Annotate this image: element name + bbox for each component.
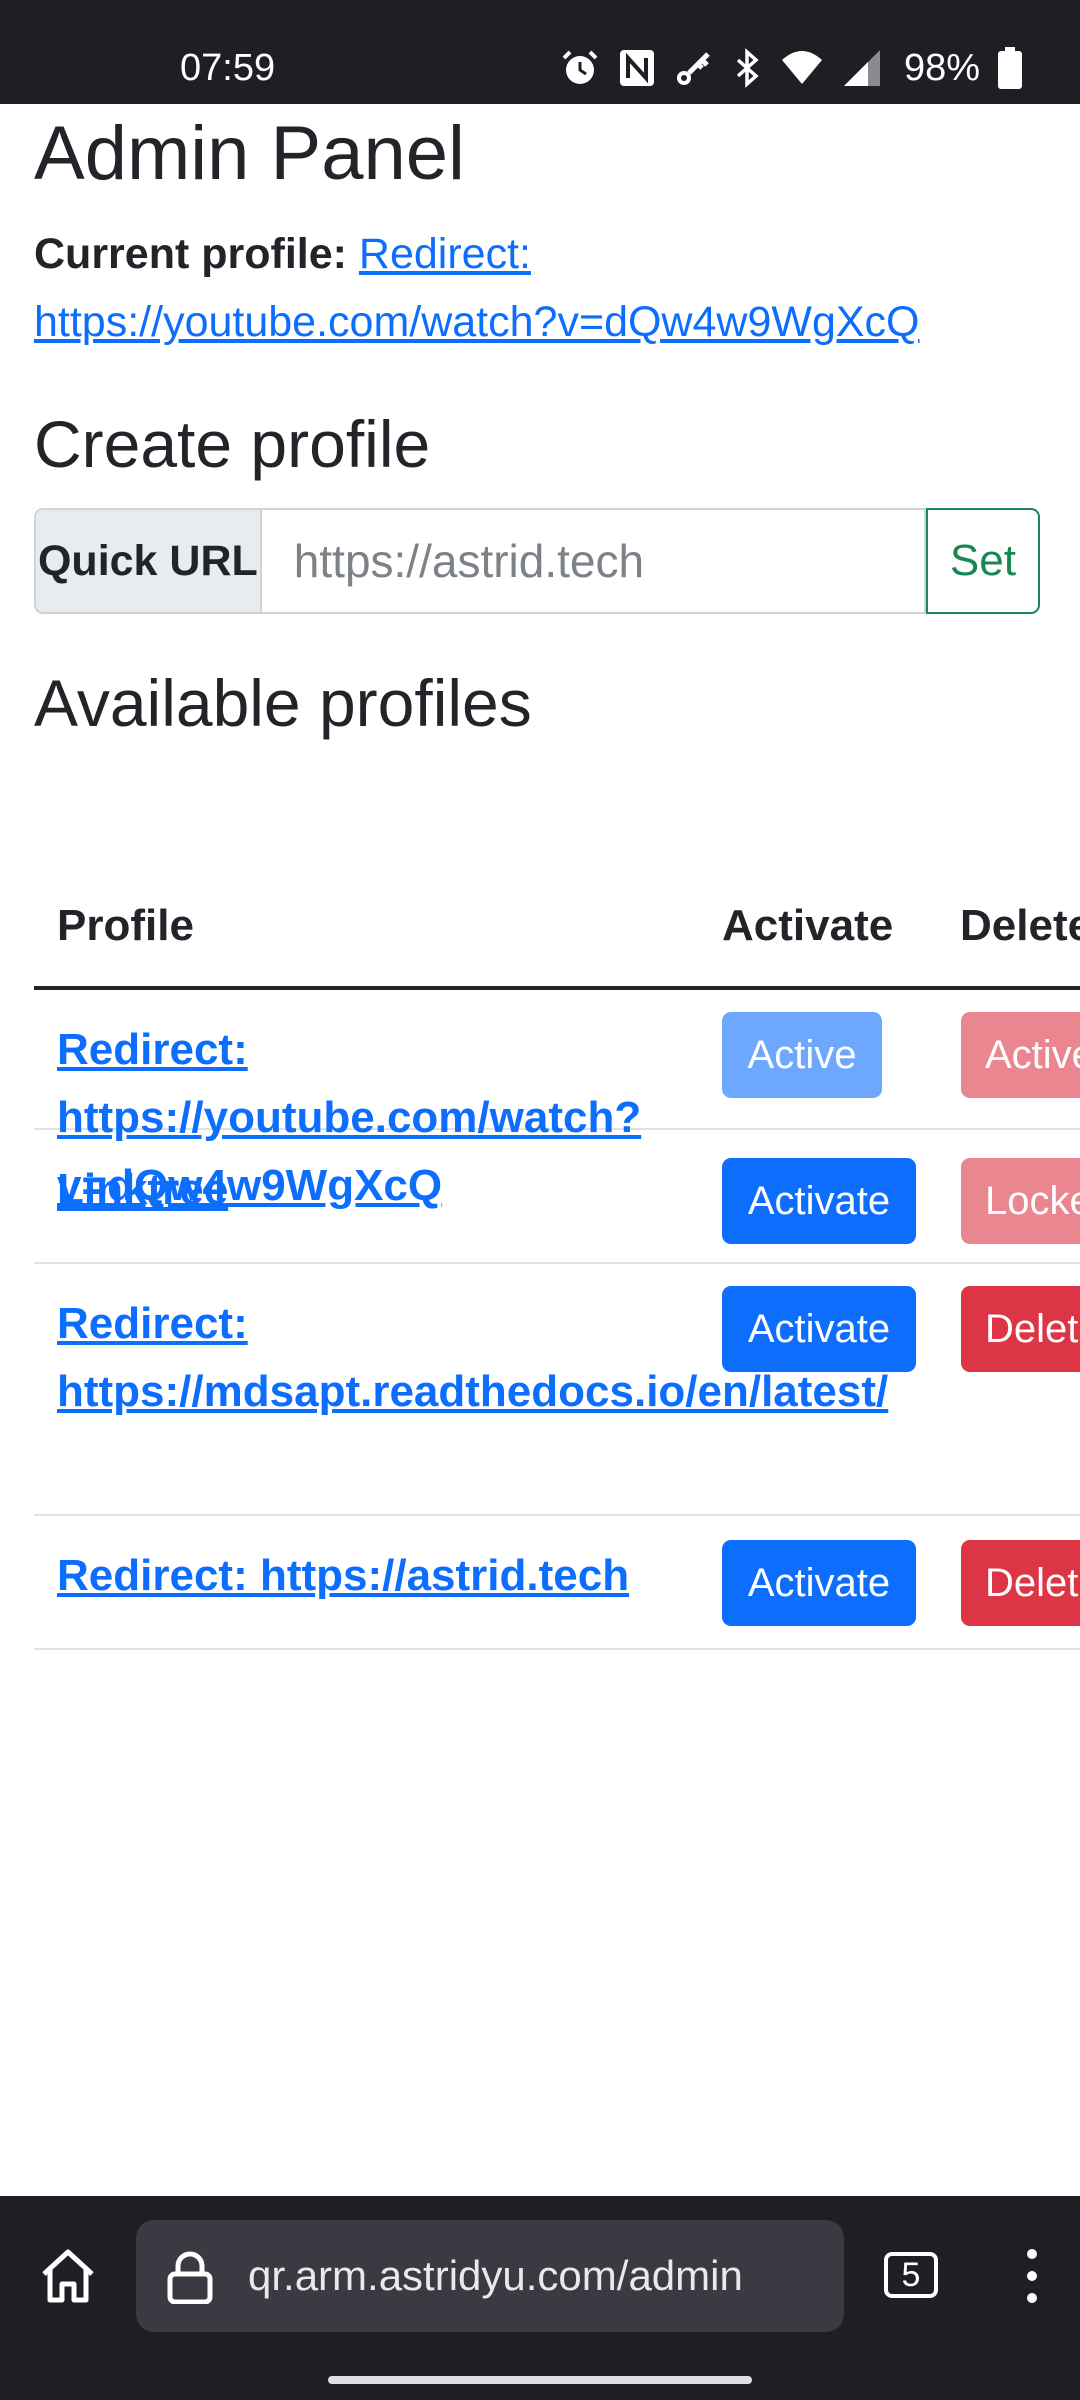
current-profile: Current profile: Redirect: https://youtu…: [34, 220, 1034, 356]
delete-button-locked: Locked: [961, 1158, 1080, 1244]
quick-url-group: Quick URL Set: [34, 508, 1040, 614]
browser-toolbar: qr.arm.astridyu.com/admin 5: [0, 2196, 1080, 2400]
table-row: Redirect: https://astrid.tech Activate D…: [34, 1516, 1080, 1650]
page-title: Admin Panel: [34, 111, 465, 196]
alarm-icon: [562, 50, 598, 84]
status-time: 07:59: [180, 47, 276, 89]
tabs-button[interactable]: 5: [884, 2252, 938, 2298]
status-bar: 07:59 98%: [0, 0, 1080, 104]
lock-icon: [167, 2251, 213, 2304]
delete-button[interactable]: Delete: [961, 1286, 1080, 1372]
current-profile-label: Current profile:: [34, 230, 347, 278]
activate-button[interactable]: Activate: [722, 1286, 916, 1372]
profile-cell: Redirect: https://mdsapt.readthedocs.io/…: [57, 1290, 888, 1426]
active-button: Active: [722, 1012, 882, 1098]
wifi-icon: [781, 51, 822, 84]
header-delete: Delete: [960, 901, 1080, 950]
bluetooth-icon: [736, 48, 759, 88]
set-button[interactable]: Set: [925, 508, 1040, 614]
signal-icon: [843, 50, 880, 86]
quick-url-label: Quick URL: [34, 508, 262, 614]
profile-cell: Linktree: [57, 1156, 687, 1224]
url-text: qr.arm.astridyu.com/admin: [248, 2252, 743, 2299]
profile-link[interactable]: Redirect: https://astrid.tech: [57, 1551, 629, 1600]
status-icons: 98%: [560, 44, 1022, 92]
delete-button[interactable]: Delete: [961, 1540, 1080, 1626]
battery-percent: 98%: [903, 47, 980, 89]
address-bar[interactable]: qr.arm.astridyu.com/admin: [136, 2220, 844, 2332]
vpn-key-icon: [676, 52, 710, 85]
header-profile: Profile: [57, 901, 194, 950]
gesture-bar[interactable]: [328, 2376, 752, 2384]
battery-icon: [998, 47, 1022, 89]
delete-button-disabled: Active: [961, 1012, 1080, 1098]
table-row: Redirect: https://mdsapt.readthedocs.io/…: [34, 1264, 1080, 1516]
nfc-icon: [619, 50, 654, 86]
home-icon[interactable]: [36, 2244, 100, 2308]
quick-url-input[interactable]: [261, 508, 926, 614]
activate-button[interactable]: Activate: [722, 1540, 916, 1626]
profile-link[interactable]: Linktree: [57, 1165, 228, 1214]
table-row: Linktree Activate Locked: [34, 1130, 1080, 1264]
profile-cell: Redirect: https://astrid.tech: [57, 1542, 687, 1610]
create-profile-heading: Create profile: [34, 407, 431, 481]
more-menu-icon[interactable]: [1016, 2244, 1048, 2308]
header-activate: Activate: [722, 901, 894, 950]
table-row: Redirect: https://youtube.com/watch?v=dQ…: [34, 990, 1080, 1210]
activate-button[interactable]: Activate: [722, 1158, 916, 1244]
table-header: Profile Activate Delete: [34, 874, 1080, 990]
available-profiles-heading: Available profiles: [34, 666, 532, 740]
